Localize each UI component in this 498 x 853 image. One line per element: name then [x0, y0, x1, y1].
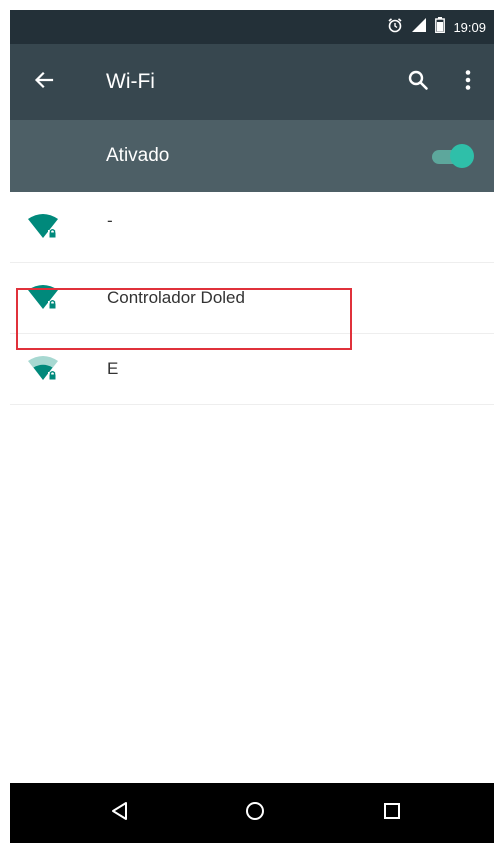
wifi-network-name: E	[107, 359, 119, 378]
wifi-settings-screen: 19:09 Wi-Fi Ativado - Controlador Doled …	[10, 10, 494, 843]
alarm-icon	[387, 17, 403, 38]
home-circle-icon	[244, 800, 266, 827]
wifi-switch[interactable]	[428, 143, 474, 169]
wifi-signal-lock-icon	[26, 212, 60, 242]
wifi-network-list: - Controlador Doled E	[10, 192, 494, 405]
wifi-network-item[interactable]: Controlador Doled	[10, 263, 494, 334]
back-triangle-icon	[109, 800, 131, 827]
back-arrow-icon	[33, 69, 55, 96]
navigation-bar	[10, 783, 494, 843]
wifi-network-name: Controlador Doled	[107, 288, 245, 307]
more-vert-icon	[464, 69, 472, 96]
back-button[interactable]	[28, 66, 60, 98]
wifi-network-name: -	[107, 211, 113, 230]
recents-square-icon	[381, 800, 403, 827]
switch-thumb	[450, 144, 474, 168]
app-bar: Wi-Fi	[10, 44, 494, 120]
wifi-toggle-label: Ativado	[106, 145, 170, 166]
wifi-network-item[interactable]: E	[10, 334, 494, 405]
nav-back-button[interactable]	[104, 797, 136, 829]
status-icons: 19:09	[387, 16, 486, 38]
status-bar: 19:09	[10, 10, 494, 44]
wifi-signal-lock-icon	[26, 283, 60, 313]
search-button[interactable]	[402, 66, 434, 98]
more-options-button[interactable]	[452, 66, 484, 98]
signal-icon	[411, 17, 427, 38]
status-time: 19:09	[453, 19, 486, 35]
search-icon	[407, 69, 429, 96]
nav-recents-button[interactable]	[376, 797, 408, 829]
wifi-toggle-bar[interactable]: Ativado	[10, 120, 494, 192]
wifi-signal-medium-lock-icon	[26, 354, 60, 384]
nav-home-button[interactable]	[239, 797, 271, 829]
battery-icon	[435, 16, 446, 38]
page-title: Wi-Fi	[106, 70, 155, 93]
wifi-network-item[interactable]: -	[10, 192, 494, 263]
